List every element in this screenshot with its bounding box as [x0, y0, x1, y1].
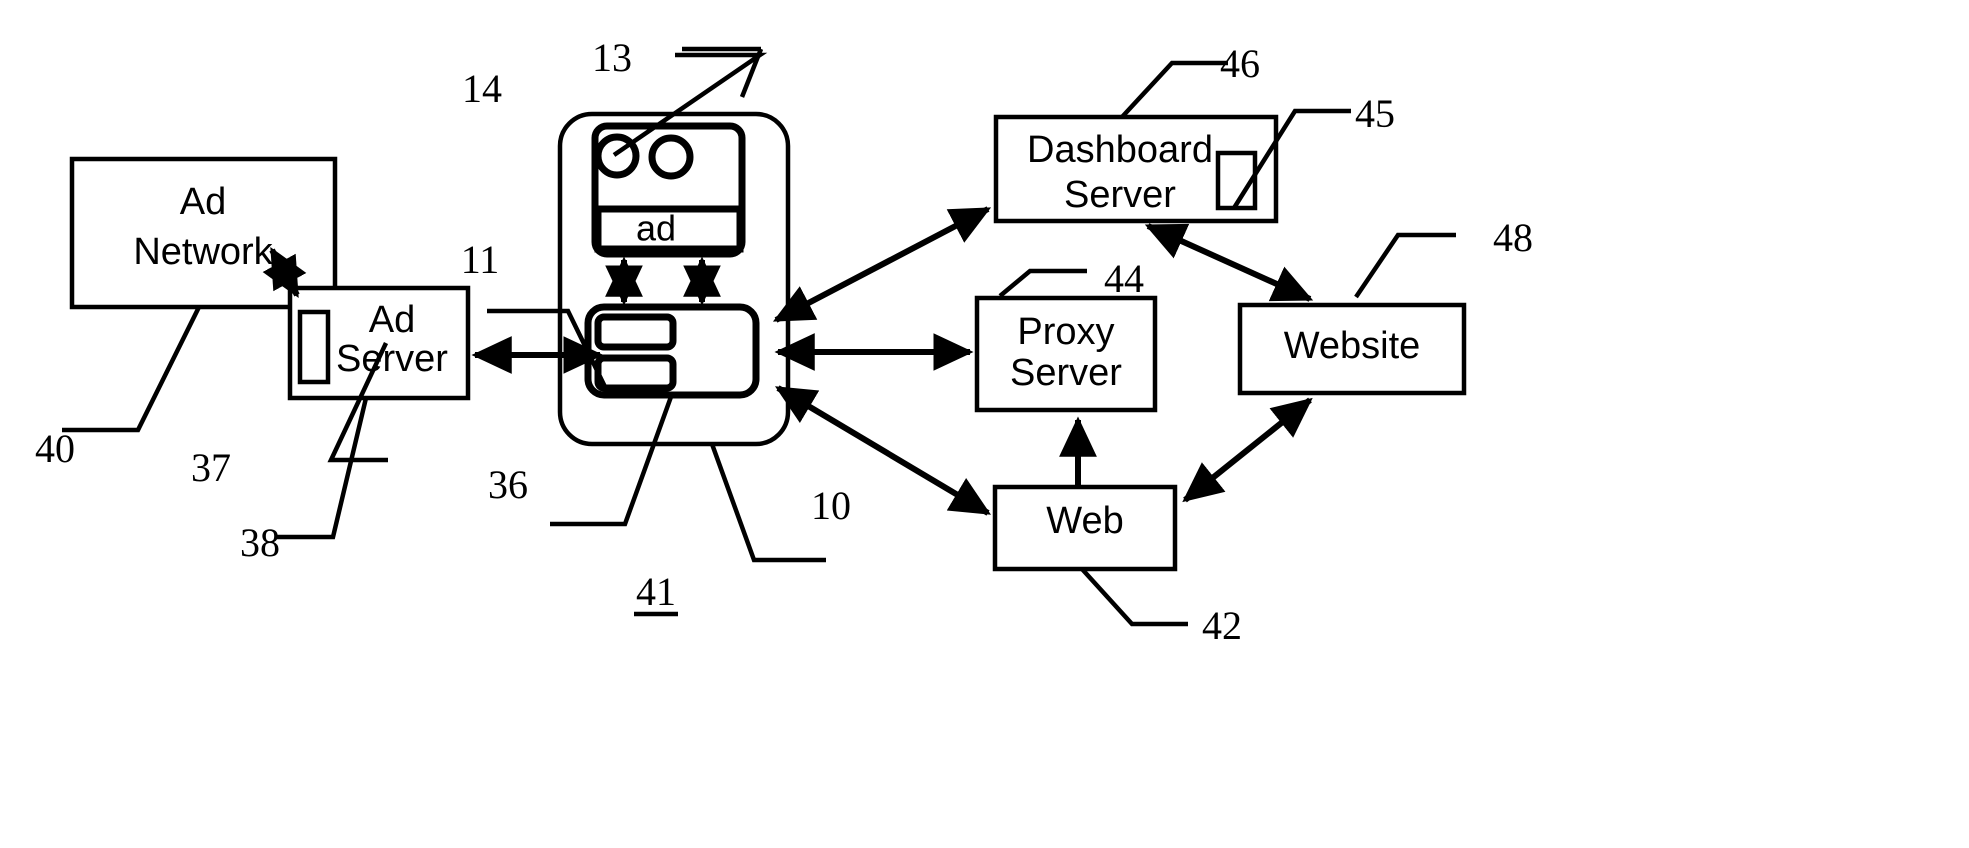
ad-network-node: Ad Network	[69, 156, 338, 310]
ref-numeral-40: 40	[35, 426, 75, 471]
ref-numeral-37: 37	[191, 445, 231, 490]
leader-48	[1354, 232, 1456, 299]
device-sdk-subbox-bottom	[594, 354, 677, 392]
proxy-server-label-line2: Server	[1010, 352, 1122, 394]
ad-server-label-line1: Ad	[369, 299, 415, 341]
connector-web-website	[1182, 397, 1313, 503]
leader-10	[709, 443, 826, 563]
connector-dashboard-website	[1144, 223, 1314, 302]
figure-canvas: Ad Network 40 Ad Server 37 38 ad 13 14 1…	[35, 35, 1533, 648]
web-node: Web	[992, 484, 1178, 572]
leader-44	[998, 268, 1087, 298]
connector-device-web	[774, 385, 992, 516]
dashboard-server-label-line1: Dashboard	[1027, 129, 1213, 171]
dashboard-server-label-line2: Server	[1064, 174, 1176, 216]
website-node: Website	[1237, 302, 1467, 396]
ref-numeral-13: 13	[592, 35, 632, 80]
device-sdk-subbox-top	[594, 313, 677, 351]
mobile-device-node: ad	[557, 111, 791, 447]
website-label: Website	[1284, 325, 1421, 367]
ad-server-node: Ad Server	[287, 285, 471, 401]
ref-numeral-36: 36	[488, 462, 528, 507]
ad-server-label-line2: Server	[336, 338, 448, 380]
ref-numeral-44: 44	[1104, 256, 1144, 301]
web-label: Web	[1046, 500, 1123, 542]
ref-numeral-11: 11	[461, 237, 500, 282]
figure-numeral-41: 41	[636, 569, 676, 614]
proxy-server-label-line1: Proxy	[1017, 311, 1114, 353]
leader-46	[1120, 60, 1228, 119]
ad-network-label-line2: Network	[133, 231, 273, 273]
ref-numeral-42: 42	[1202, 603, 1242, 648]
ref-numeral-38: 38	[240, 520, 280, 565]
ad-network-label-line1: Ad	[180, 181, 226, 223]
patent-figure: Ad Network 40 Ad Server 37 38 ad 13 14 1…	[0, 0, 1969, 848]
ad-slot-label: ad	[636, 208, 676, 249]
device-circle-right	[648, 134, 694, 180]
ref-numeral-46: 46	[1220, 41, 1260, 86]
ad-server-module-37	[297, 309, 331, 385]
ref-numeral-14: 14	[462, 66, 502, 111]
leader-40	[62, 306, 202, 433]
leader-42	[1080, 567, 1188, 627]
ref-numeral-10: 10	[811, 483, 851, 528]
proxy-server-node: Proxy Server	[974, 295, 1158, 413]
connector-device-dashboard	[772, 206, 992, 323]
ref-numeral-45: 45	[1355, 91, 1395, 136]
ref-numeral-48: 48	[1493, 215, 1533, 260]
